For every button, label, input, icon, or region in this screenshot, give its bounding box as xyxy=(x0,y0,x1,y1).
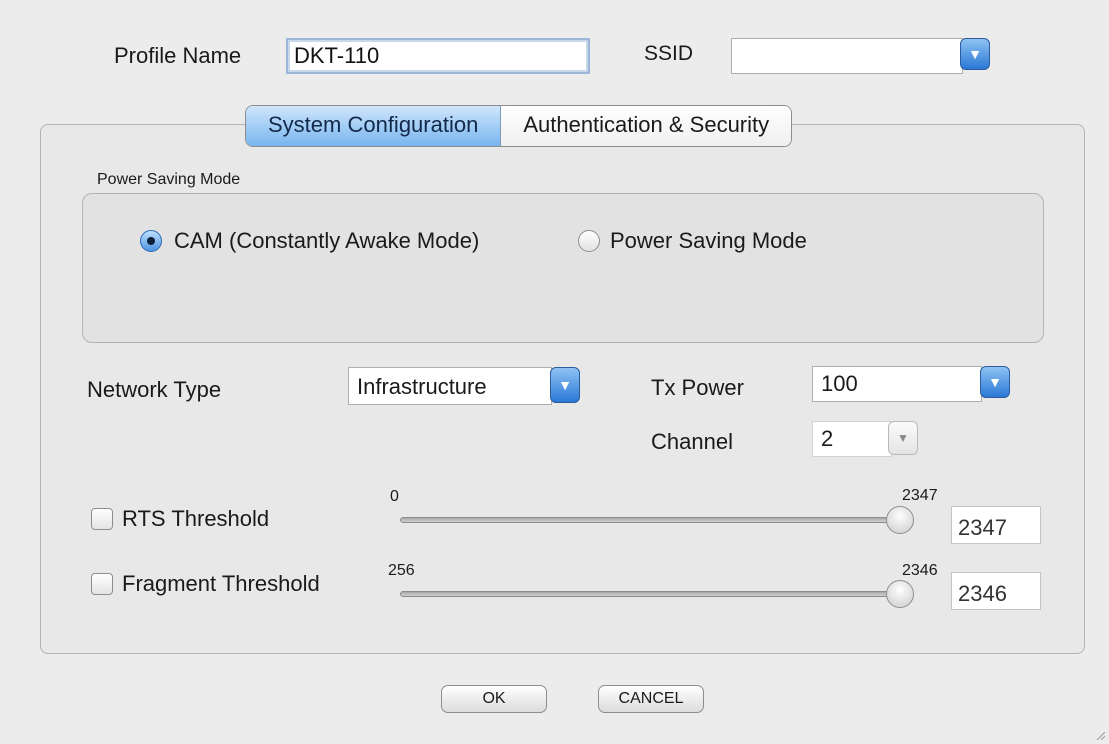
rts-threshold-slider-track[interactable] xyxy=(400,517,900,523)
fragment-threshold-value-field[interactable]: 2346 xyxy=(951,572,1041,610)
ssid-combobox[interactable] xyxy=(731,38,963,74)
profile-name-input[interactable] xyxy=(286,38,590,74)
fragment-min-label: 256 xyxy=(388,562,415,579)
rts-threshold-checkbox[interactable] xyxy=(91,508,113,530)
tab-authentication-security[interactable]: Authentication & Security xyxy=(501,106,792,146)
rts-min-label: 0 xyxy=(390,488,399,505)
power-saving-group xyxy=(82,193,1044,343)
rts-max-label: 2347 xyxy=(902,487,938,504)
power-saving-group-label: Power Saving Mode xyxy=(97,171,241,188)
resize-grip-icon[interactable] xyxy=(1095,730,1105,740)
tx-power-dropdown-button[interactable]: ▼ xyxy=(980,366,1010,398)
chevron-down-icon: ▼ xyxy=(558,377,572,393)
tab-system-configuration[interactable]: System Configuration xyxy=(246,106,502,146)
fragment-threshold-slider-thumb[interactable] xyxy=(886,580,914,608)
ssid-label: SSID xyxy=(644,42,694,65)
rts-threshold-value-field[interactable]: 2347 xyxy=(951,506,1041,544)
channel-select[interactable]: 2 xyxy=(812,421,892,457)
chevron-down-icon: ▼ xyxy=(897,431,909,445)
fragment-threshold-slider-track[interactable] xyxy=(400,591,900,597)
cam-radio-label[interactable]: CAM (Constantly Awake Mode) xyxy=(174,228,479,254)
ssid-dropdown-button[interactable]: ▼ xyxy=(960,38,990,70)
fragment-threshold-label[interactable]: Fragment Threshold xyxy=(122,571,320,597)
network-type-label: Network Type xyxy=(87,377,222,402)
network-type-select[interactable]: Infrastructure xyxy=(348,367,552,405)
tx-power-select[interactable]: 100 xyxy=(812,366,982,402)
network-type-dropdown-button[interactable]: ▼ xyxy=(550,367,580,403)
power-saving-radio-label[interactable]: Power Saving Mode xyxy=(610,228,807,254)
power-saving-radio[interactable] xyxy=(578,230,600,252)
fragment-threshold-checkbox[interactable] xyxy=(91,573,113,595)
tab-bar: System Configuration Authentication & Se… xyxy=(245,105,793,147)
profile-name-label: Profile Name xyxy=(114,43,242,68)
cam-radio[interactable] xyxy=(140,230,162,252)
channel-dropdown-button[interactable]: ▼ xyxy=(888,421,918,455)
rts-threshold-slider-thumb[interactable] xyxy=(886,506,914,534)
ok-button[interactable]: OK xyxy=(441,685,547,713)
chevron-down-icon: ▼ xyxy=(968,46,982,62)
channel-label: Channel xyxy=(651,429,733,454)
tx-power-label: Tx Power xyxy=(651,375,744,400)
chevron-down-icon: ▼ xyxy=(988,374,1002,390)
rts-threshold-label[interactable]: RTS Threshold xyxy=(122,506,269,532)
cancel-button[interactable]: CANCEL xyxy=(598,685,704,713)
fragment-max-label: 2346 xyxy=(902,562,938,579)
